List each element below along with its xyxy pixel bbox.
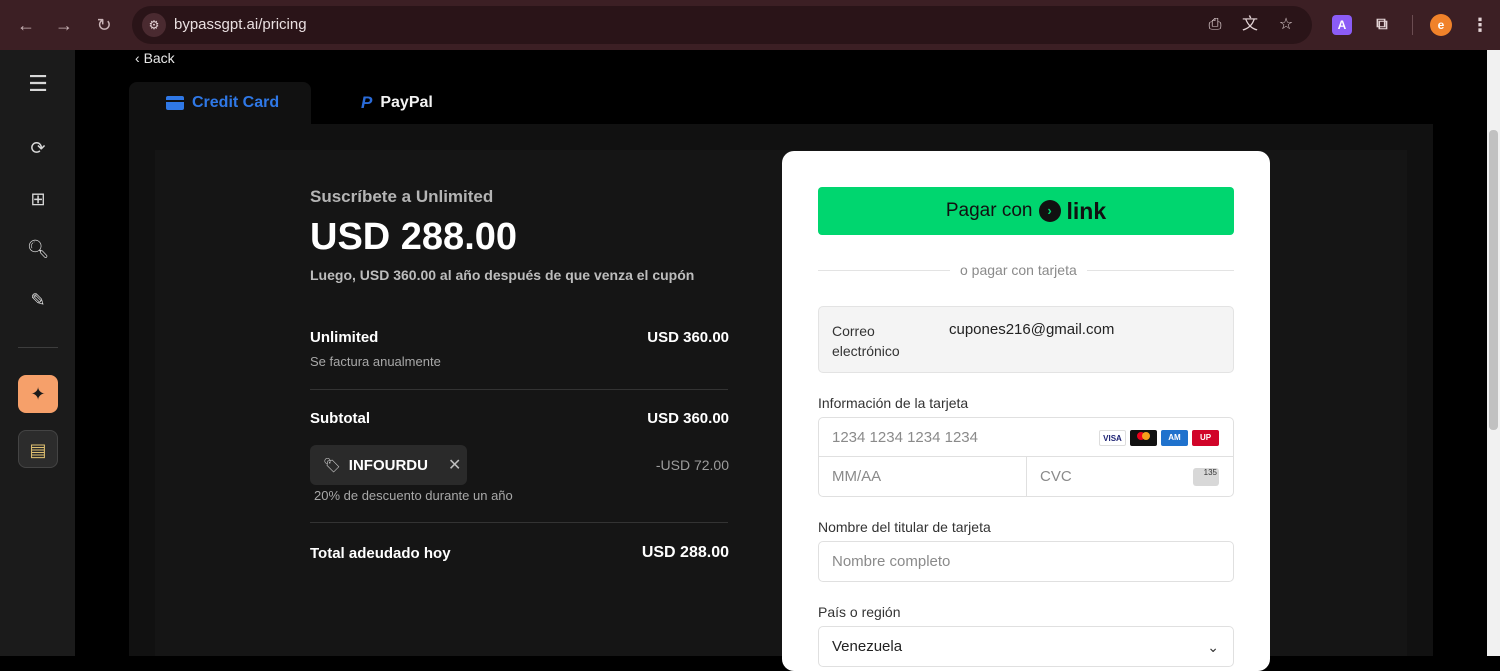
divider <box>310 389 728 390</box>
divider <box>310 522 728 523</box>
card-brands: VISA AM UP <box>1099 430 1219 446</box>
ai-sparkle-icon[interactable]: ✦ <box>18 375 58 413</box>
payment-form: Pagar con › link o pagar con tarjeta Cor… <box>782 151 1270 671</box>
unionpay-icon: UP <box>1192 430 1219 446</box>
plan-price: USD 360.00 <box>647 329 729 346</box>
sidebar-divider <box>18 347 58 348</box>
tag-icon: 🏷︎ <box>323 456 341 473</box>
cvc-card-icon: 135 <box>1193 468 1219 486</box>
back-arrow-icon[interactable]: ← <box>14 13 38 37</box>
subtotal-label: Subtotal <box>310 410 370 427</box>
renewal-note: Luego, USD 360.00 al año después de que … <box>310 267 695 283</box>
hamburger-menu-icon[interactable]: ☰ <box>26 72 50 96</box>
cvc-input[interactable]: CVC 135 <box>1026 456 1234 497</box>
cardholder-placeholder: Nombre completo <box>832 553 951 570</box>
expiry-placeholder: MM/AA <box>832 468 882 485</box>
notepad-icon[interactable]: ▤ <box>18 430 58 468</box>
payment-tabs: Credit Card P PayPal <box>129 82 1433 124</box>
reload-icon[interactable]: ↻ <box>92 13 116 37</box>
email-field[interactable]: Correo electrónico cupones216@gmail.com <box>818 306 1234 373</box>
visa-icon: VISA <box>1099 430 1126 446</box>
country-label: País o región <box>818 604 901 620</box>
cardholder-input[interactable]: Nombre completo <box>818 541 1234 582</box>
pay-with-link-button[interactable]: Pagar con › link <box>818 187 1234 235</box>
extensions-puzzle-icon[interactable]: ⧉ <box>1372 15 1392 35</box>
tab-paypal-label: PayPal <box>380 94 433 111</box>
remove-coupon-icon[interactable]: ✕ <box>448 455 461 475</box>
refresh-circle-icon[interactable]: ⟳ <box>26 136 50 160</box>
translate-icon[interactable]: 文 <box>1239 14 1261 36</box>
edit-note-icon[interactable]: ✎ <box>26 288 50 312</box>
card-info-label: Información de la tarjeta <box>818 395 969 411</box>
total-due-label: Total adeudado hoy <box>310 545 451 562</box>
credit-card-icon <box>166 96 184 110</box>
subscribe-title: Suscríbete a Unlimited <box>310 187 494 206</box>
total-amount: USD 288.00 <box>310 216 518 258</box>
country-select[interactable]: Venezuela ⌄ <box>818 626 1234 667</box>
doc-search-icon[interactable]: 🔍︎ <box>26 237 50 261</box>
profile-avatar-icon[interactable]: e <box>1430 14 1452 36</box>
back-label: Back <box>143 50 175 66</box>
paypal-icon: P <box>361 93 373 112</box>
extension-a-icon[interactable]: A <box>1332 15 1352 35</box>
card-number-input[interactable]: 1234 1234 1234 1234 VISA AM UP <box>818 417 1234 457</box>
menu-dots-icon[interactable]: ⋮ <box>1470 15 1490 35</box>
tab-credit-card[interactable]: Credit Card <box>129 82 311 124</box>
tab-paypal[interactable]: P PayPal <box>361 82 433 124</box>
mastercard-icon <box>1130 430 1157 446</box>
forward-arrow-icon[interactable]: → <box>52 13 76 37</box>
coupon-chip: 🏷︎ INFOURDU ✕ <box>310 445 467 485</box>
bookmark-star-icon[interactable]: ☆ <box>1275 14 1297 36</box>
or-text: o pagar con tarjeta <box>950 262 1087 278</box>
cardholder-label: Nombre del titular de tarjeta <box>818 519 991 535</box>
url-text[interactable]: bypassgpt.ai/pricing <box>174 16 307 33</box>
link-arrow-icon: › <box>1038 200 1061 222</box>
site-info-icon[interactable]: ⚙ <box>142 13 166 37</box>
back-link[interactable]: ‹ Back <box>135 50 175 66</box>
coupon-code: INFOURDU <box>348 456 428 474</box>
chevron-down-icon: ⌄ <box>1207 639 1219 655</box>
plan-billing: Se factura anualmente <box>310 354 441 369</box>
plan-name: Unlimited <box>310 329 379 346</box>
card-number-placeholder: 1234 1234 1234 1234 <box>832 428 978 446</box>
link-logo: link <box>1066 197 1107 224</box>
toolbar-separator <box>1412 15 1413 35</box>
expiry-input[interactable]: MM/AA <box>818 456 1027 497</box>
email-value: cupones216@gmail.com <box>949 321 1115 338</box>
country-value: Venezuela <box>832 638 903 655</box>
amex-icon: AM <box>1161 430 1188 446</box>
subtotal-value: USD 360.00 <box>647 410 729 427</box>
browser-toolbar: ← → ↻ ⚙ bypassgpt.ai/pricing ⎙ 文 ☆ A ⧉ e… <box>0 0 1500 50</box>
scrollbar-thumb[interactable] <box>1489 130 1498 430</box>
total-due-value: USD 288.00 <box>641 544 729 561</box>
app-sidebar: ☰ ⟳ ⊞ 🔍︎ ✎ ✦ ▤ <box>0 50 75 656</box>
coupon-note: 20% de descuento durante un año <box>314 488 513 503</box>
install-app-icon[interactable]: ⎙ <box>1204 14 1226 36</box>
plus-square-icon[interactable]: ⊞ <box>26 187 50 211</box>
link-button-label: Pagar con <box>945 200 1033 221</box>
tab-credit-card-label: Credit Card <box>192 94 280 111</box>
coupon-discount: -USD 72.00 <box>655 457 729 473</box>
cvc-placeholder: CVC <box>1040 468 1072 485</box>
email-label: Correo electrónico <box>832 323 900 359</box>
address-bar[interactable]: ⚙ bypassgpt.ai/pricing ⎙ 文 ☆ <box>132 6 1312 44</box>
